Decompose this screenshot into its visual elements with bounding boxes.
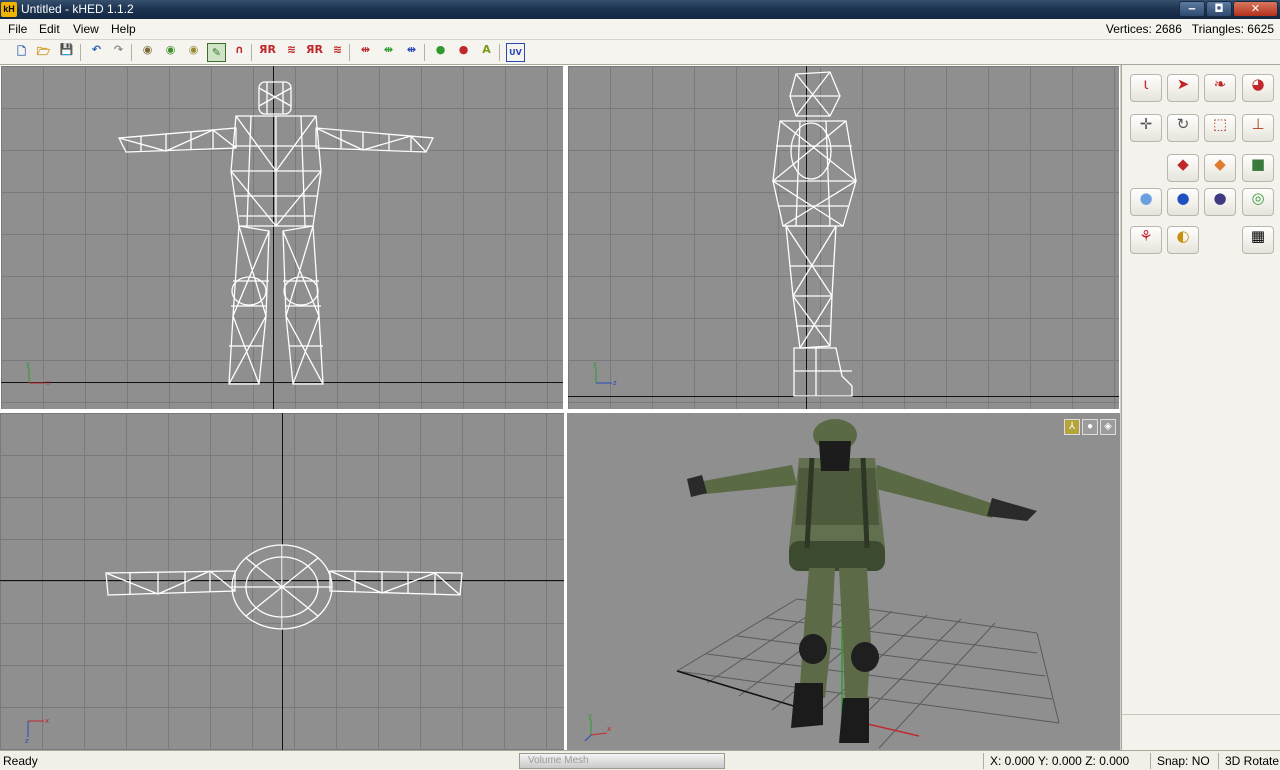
add-object-icon[interactable]: ● [431, 43, 450, 62]
mirror-y-icon[interactable]: ≋ [282, 43, 301, 62]
toolbar-separator [131, 44, 132, 61]
window-title: Untitled - kHED 1.1.2 [21, 2, 134, 16]
axis-gizmo-side: y z [593, 361, 617, 387]
sphere-white-icon[interactable]: ● [1130, 188, 1162, 216]
status-mode: 3D Rotate [1225, 754, 1280, 768]
lighting-toggle-icon[interactable]: ◈ [1100, 419, 1116, 435]
shading-toggle-icon[interactable]: ● [1082, 419, 1098, 435]
svg-text:z: z [25, 737, 29, 743]
new-file-icon[interactable]: 🗋 [12, 43, 31, 62]
uv-editor-icon[interactable]: UV [506, 43, 525, 62]
weld-vertices-icon[interactable]: ⚘ [1130, 226, 1162, 254]
svg-text:x: x [46, 379, 50, 387]
mesh-stats: Vertices: 2686 Triangles: 6625 [1106, 22, 1274, 36]
viewport-divider-horizontal[interactable] [0, 410, 1120, 413]
open-folder-icon[interactable]: 🗁 [34, 43, 53, 62]
bone-icon[interactable]: ⊥ [1242, 114, 1274, 142]
app-icon: kH [1, 2, 17, 17]
triangles-count: Triangles: 6625 [1191, 22, 1274, 36]
svg-text:x: x [45, 717, 49, 725]
box-icon[interactable]: ■ [1242, 154, 1274, 182]
plane-red-icon[interactable]: ◆ [1167, 154, 1199, 182]
status-message: Ready [3, 754, 38, 768]
viewport-divider-vertical[interactable] [564, 65, 567, 750]
status-divider [983, 753, 984, 769]
soldier-model [687, 419, 1037, 743]
undo-icon[interactable]: ↶ [87, 43, 106, 62]
import-model-icon[interactable]: ◉ [161, 43, 180, 62]
panel-divider [1122, 714, 1280, 715]
redo-icon[interactable]: ↷ [109, 43, 128, 62]
torus-icon[interactable]: ◎ [1242, 188, 1274, 216]
progress-bar: Volume Mesh [519, 753, 725, 769]
select-object-icon[interactable]: ◕ [1242, 74, 1274, 102]
status-divider [1218, 753, 1219, 769]
weld-y-icon[interactable]: ⇹ [379, 43, 398, 62]
top-viewport[interactable]: x z [0, 413, 564, 750]
select-arrow-icon[interactable]: ➤ [1167, 74, 1199, 102]
mirror-x-icon[interactable]: ЯR [258, 43, 277, 62]
side-viewport[interactable]: y z [567, 65, 1120, 410]
menu-view[interactable]: View [73, 22, 99, 36]
toolbar-separator [80, 44, 81, 61]
rotate-icon[interactable]: ↻ [1167, 114, 1199, 142]
front-viewport[interactable]: y x [0, 65, 564, 410]
flip-icon[interactable]: ≋ [328, 43, 347, 62]
object-a-icon[interactable]: A [477, 43, 496, 62]
toolbar: 🗋 🗁 💾 ↶ ↷ ◉ ◉ ◉ ✎ ∩ ЯR ≋ ЯR ≋ ⇹ ⇹ ⇹ ● ● A UV [0, 40, 1280, 65]
svg-text:z: z [613, 379, 617, 387]
svg-text:x: x [607, 725, 611, 733]
toolbar-separator [424, 44, 425, 61]
svg-text:y: y [26, 361, 30, 368]
axis-gizmo-front: y x [26, 361, 50, 387]
menu-help[interactable]: Help [111, 22, 136, 36]
status-snap: Snap: NO [1157, 754, 1210, 768]
menu-file[interactable]: File [8, 22, 27, 36]
toolbar-separator [499, 44, 500, 61]
maximize-button[interactable]: ◘ [1206, 1, 1232, 17]
close-button[interactable]: ✕ [1233, 1, 1278, 17]
title-bar: kH Untitled - kHED 1.1.2 ‒ ◘ ✕ [0, 0, 1280, 19]
axis-gizmo-top: x z [25, 717, 49, 743]
menu-edit[interactable]: Edit [39, 22, 60, 36]
checker-texture-icon[interactable]: ▦ [1242, 226, 1274, 254]
sphere-dark-icon[interactable]: ● [1204, 188, 1236, 216]
status-coords: X: 0.000 Y: 0.000 Z: 0.000 [990, 754, 1130, 768]
vertices-count: Vertices: 2686 [1105, 22, 1182, 36]
status-divider [1150, 753, 1151, 769]
menu-bar: File Edit View Help Vertices: 2686 Trian… [0, 19, 1280, 40]
toolbar-separator [251, 44, 252, 61]
weld-z-icon[interactable]: ⇹ [402, 43, 421, 62]
select-face-icon[interactable]: ❧ [1204, 74, 1236, 102]
move-icon[interactable]: ✛ [1130, 114, 1162, 142]
toolbar-separator [349, 44, 350, 61]
open-model-icon[interactable]: ◉ [138, 43, 157, 62]
magnet-icon[interactable]: ∩ [230, 43, 249, 62]
weld-x-icon[interactable]: ⇹ [356, 43, 375, 62]
svg-text:y: y [593, 361, 597, 368]
cap-icon[interactable]: ◐ [1167, 226, 1199, 254]
side-wireframe [771, 71, 858, 397]
axis-toggle-icon[interactable]: ⅄ [1064, 419, 1080, 435]
perspective-scene [676, 419, 1060, 749]
svg-text:y: y [588, 713, 592, 720]
scale-icon[interactable]: ⬚ [1204, 114, 1236, 142]
export-model-icon[interactable]: ◉ [184, 43, 203, 62]
status-bar: Ready Volume Mesh X: 0.000 Y: 0.000 Z: 0… [0, 750, 1280, 770]
paint-tool-icon[interactable]: ✎ [207, 43, 226, 62]
front-wireframe [117, 81, 435, 385]
tool-panel: ɩ ➤ ❧ ◕ ✛ ↻ ⬚ ⊥ ◆ ◆ ■ ● ● ● ◎ ⚘ ◐ ▦ [1121, 65, 1280, 750]
select-vertex-icon[interactable]: ɩ [1130, 74, 1162, 102]
minimize-button[interactable]: ‒ [1179, 1, 1205, 17]
perspective-viewport[interactable]: y x [567, 413, 1120, 750]
plane-orange-icon[interactable]: ◆ [1204, 154, 1236, 182]
mirror-z-icon[interactable]: ЯR [305, 43, 324, 62]
save-icon[interactable]: 💾 [57, 43, 76, 62]
axis-gizmo-perspective: y x [584, 713, 611, 742]
remove-object-icon[interactable]: ● [454, 43, 473, 62]
sphere-blue-icon[interactable]: ● [1167, 188, 1199, 216]
top-wireframe [105, 544, 463, 630]
